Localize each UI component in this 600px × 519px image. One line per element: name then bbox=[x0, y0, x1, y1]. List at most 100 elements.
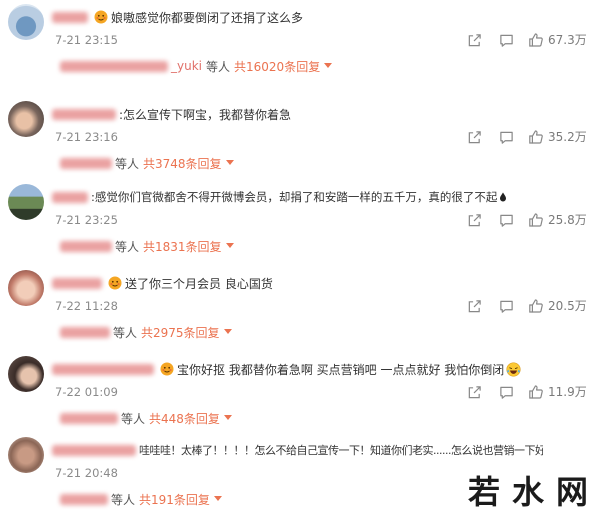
reply-count: 共3748条回复 bbox=[143, 156, 222, 171]
replies-link[interactable]: _yuki 等人 共16020条回复 bbox=[60, 58, 333, 74]
comment-button[interactable] bbox=[498, 298, 514, 314]
reply-who: 等人 bbox=[111, 492, 136, 507]
comment-icon bbox=[499, 34, 513, 47]
share-button[interactable] bbox=[466, 32, 482, 48]
comment-item: 送了你三个月会员 良心国货 7-22 11:28 20.5万 等人 共2975条… bbox=[0, 270, 600, 352]
comment-actions: 25.8万 bbox=[0, 211, 600, 229]
comment-item: 宝你好抠 我都替你着急啊 买点营销吧 一点点就好 我怕你倒闭 7-22 01:0… bbox=[0, 356, 600, 438]
comment-icon bbox=[499, 300, 513, 313]
replies-link[interactable]: 等人 共2975条回复 bbox=[60, 324, 232, 340]
drop-emoji-icon bbox=[499, 192, 507, 202]
share-button[interactable] bbox=[466, 129, 482, 145]
like-icon bbox=[529, 385, 543, 399]
share-button[interactable] bbox=[466, 212, 482, 228]
comment-line: 送了你三个月会员 良心国货 bbox=[52, 274, 273, 292]
username[interactable] bbox=[52, 11, 88, 23]
reply-count: 共1831条回复 bbox=[143, 239, 222, 254]
comment-item: 娘嗷感觉你都要倒闭了还捐了这么多 7-21 23:15 67.3万 _yuki … bbox=[0, 4, 600, 86]
reply-count: 共16020条回复 bbox=[234, 59, 321, 74]
laughing-crying-emoji-icon bbox=[506, 361, 521, 377]
chevron-down-icon bbox=[213, 496, 222, 502]
like-button[interactable] bbox=[528, 32, 544, 48]
avatar[interactable] bbox=[8, 437, 44, 473]
replies-link[interactable]: 等人 共191条回复 bbox=[60, 491, 222, 507]
reply-who: 等人 bbox=[206, 59, 231, 74]
comment-time: 7-21 20:48 bbox=[55, 466, 118, 480]
comment-item: :怎么宣传下啊宝，我都替你着急 7-21 23:16 35.2万 等人 共374… bbox=[0, 101, 600, 183]
comment-text: 宝你好抠 我都替你着急啊 买点营销吧 一点点就好 我怕你倒闭 bbox=[177, 362, 505, 377]
member-badge-icon bbox=[108, 276, 122, 290]
reply-username[interactable] bbox=[60, 240, 112, 252]
like-count: 20.5万 bbox=[548, 299, 587, 313]
like-button[interactable] bbox=[528, 384, 544, 400]
like-button[interactable] bbox=[528, 212, 544, 228]
comment-icon bbox=[499, 214, 513, 227]
reply-who: 等人 bbox=[115, 239, 140, 254]
username[interactable] bbox=[52, 363, 154, 375]
replies-link[interactable]: 等人 共448条回复 bbox=[60, 410, 232, 426]
comment-button[interactable] bbox=[498, 32, 514, 48]
comment-text: :怎么宣传下啊宝，我都替你着急 bbox=[119, 107, 292, 122]
share-icon bbox=[468, 130, 481, 143]
like-count: 25.8万 bbox=[548, 213, 587, 227]
reply-username[interactable] bbox=[60, 493, 108, 505]
replies-link[interactable]: 等人 共3748条回复 bbox=[60, 155, 234, 171]
like-button[interactable] bbox=[528, 298, 544, 314]
comment-text: 送了你三个月会员 良心国货 bbox=[125, 276, 273, 291]
reply-username[interactable] bbox=[60, 60, 168, 72]
member-badge-icon bbox=[94, 10, 108, 24]
comment-icon bbox=[499, 131, 513, 144]
username[interactable] bbox=[52, 191, 88, 203]
like-count: 67.3万 bbox=[548, 33, 587, 47]
comment-line: :感觉你们官微都舍不得开微博会员，却捐了和安踏一样的五千万，真的很了不起 bbox=[52, 188, 507, 206]
share-icon bbox=[468, 213, 481, 226]
comment-actions: 20.5万 bbox=[0, 297, 600, 315]
comment-text: 娘嗷感觉你都要倒闭了还捐了这么多 bbox=[111, 10, 304, 25]
like-icon bbox=[529, 33, 543, 47]
reply-username[interactable] bbox=[60, 157, 112, 169]
username[interactable] bbox=[52, 444, 136, 456]
like-button[interactable] bbox=[528, 129, 544, 145]
comment-actions: 11.9万 bbox=[0, 383, 600, 401]
reply-count: 共2975条回复 bbox=[141, 325, 220, 340]
share-button[interactable] bbox=[466, 298, 482, 314]
comment-actions: 35.2万 bbox=[0, 128, 600, 146]
comment-line: 娘嗷感觉你都要倒闭了还捐了这么多 bbox=[52, 8, 303, 26]
like-count: 11.9万 bbox=[548, 385, 587, 399]
comment-icon bbox=[499, 386, 513, 399]
replies-link[interactable]: 等人 共1831条回复 bbox=[60, 238, 234, 254]
reply-who: 等人 bbox=[113, 325, 138, 340]
watermark: 若水网 bbox=[468, 473, 600, 511]
chevron-down-icon bbox=[223, 329, 232, 335]
reply-count: 共448条回复 bbox=[149, 411, 220, 426]
member-badge-icon bbox=[160, 362, 174, 376]
comment-line: :怎么宣传下啊宝，我都替你着急 bbox=[52, 105, 291, 123]
username[interactable] bbox=[52, 108, 116, 120]
reply-who: 等人 bbox=[115, 156, 140, 171]
reply-username[interactable] bbox=[60, 412, 118, 424]
reply-who: 等人 bbox=[121, 411, 146, 426]
share-icon bbox=[468, 385, 481, 398]
reply-username-visible: _yuki bbox=[171, 59, 202, 73]
share-icon bbox=[468, 299, 481, 312]
like-icon bbox=[529, 299, 543, 313]
comment-line: 宝你好抠 我都替你着急啊 买点营销吧 一点点就好 我怕你倒闭 bbox=[52, 360, 521, 378]
comment-button[interactable] bbox=[498, 384, 514, 400]
reply-username[interactable] bbox=[60, 326, 110, 338]
comment-text: :感觉你们官微都舍不得开微博会员，却捐了和安踏一样的五千万，真的很了不起 bbox=[91, 190, 498, 204]
comment-line: 哇哇哇！太棒了！！！！怎么不给自己宣传一下！知道你们老实......怎么说也营销… bbox=[52, 441, 543, 459]
username[interactable] bbox=[52, 277, 102, 289]
share-icon bbox=[468, 33, 481, 46]
like-count: 35.2万 bbox=[548, 130, 587, 144]
chevron-down-icon bbox=[225, 160, 234, 166]
chevron-down-icon bbox=[324, 63, 333, 69]
comment-button[interactable] bbox=[498, 129, 514, 145]
comment-button[interactable] bbox=[498, 212, 514, 228]
chevron-down-icon bbox=[223, 415, 232, 421]
comment-text: 哇哇哇！太棒了！！！！怎么不给自己宣传一下！知道你们老实......怎么说也营销… bbox=[139, 444, 543, 457]
share-button[interactable] bbox=[466, 384, 482, 400]
like-icon bbox=[529, 130, 543, 144]
like-icon bbox=[529, 213, 543, 227]
comment-item: :感觉你们官微都舍不得开微博会员，却捐了和安踏一样的五千万，真的很了不起 7-2… bbox=[0, 184, 600, 266]
comment-actions: 67.3万 bbox=[0, 31, 600, 49]
